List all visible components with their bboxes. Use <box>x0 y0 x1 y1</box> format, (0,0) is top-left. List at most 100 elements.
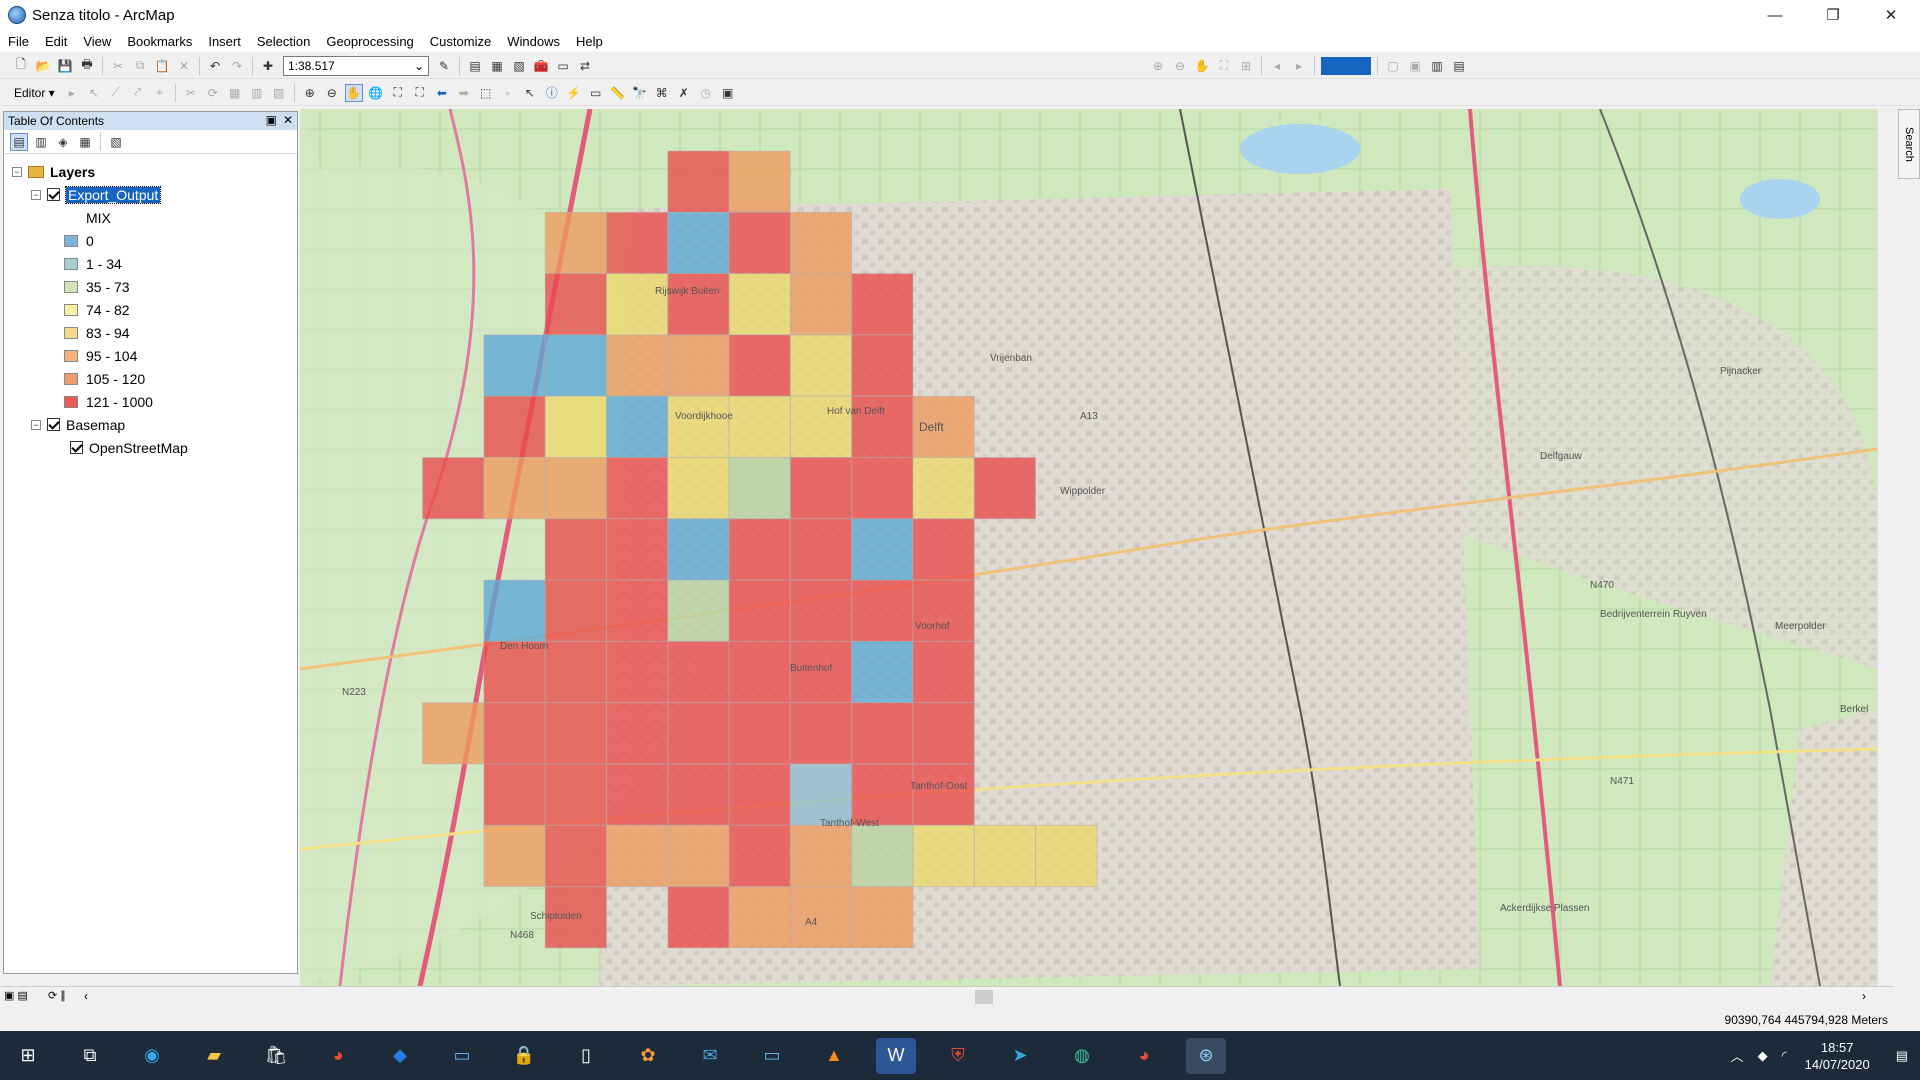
go-to-xy-icon[interactable]: ✗ <box>675 84 693 102</box>
shield-icon[interactable]: ⛨ <box>938 1038 978 1074</box>
telegram-icon[interactable]: ➤ <box>1000 1038 1040 1074</box>
vlc-icon[interactable]: ▲ <box>814 1038 854 1074</box>
list-by-visibility-icon[interactable]: ◈ <box>54 133 72 151</box>
grid-cell[interactable] <box>667 886 730 949</box>
chrome-icon[interactable]: ◕ <box>318 1038 358 1074</box>
identify-icon[interactable]: ⓘ <box>543 84 561 102</box>
split-tool-icon[interactable]: ✂ <box>182 84 200 102</box>
grid-cell[interactable] <box>544 457 607 520</box>
grid-cell[interactable] <box>667 395 730 459</box>
search-window-icon[interactable]: ▧ <box>510 57 528 75</box>
tray-chevron-icon[interactable]: ︿ <box>1731 1046 1744 1065</box>
grid-cell[interactable] <box>667 579 730 642</box>
browser-icon[interactable]: ◍ <box>1062 1038 1102 1074</box>
zoom-out-icon[interactable]: ⊖ <box>323 84 341 102</box>
grid-cell[interactable] <box>851 334 914 397</box>
menu-help[interactable]: Help <box>576 34 603 49</box>
full-extent-icon[interactable]: 🌐 <box>367 84 385 102</box>
grid-cell[interactable] <box>606 273 669 336</box>
toc-autohide-icon[interactable]: ▣ <box>266 113 277 127</box>
legend-class-row[interactable]: 0 <box>4 229 297 252</box>
edit-tool-icon[interactable]: ▸ <box>63 84 81 102</box>
grid-cell[interactable] <box>606 763 669 826</box>
grid-cell[interactable] <box>667 211 730 275</box>
find-icon[interactable]: 🔭 <box>631 84 649 102</box>
menu-bookmarks[interactable]: Bookmarks <box>127 34 192 49</box>
arctoolbox-icon[interactable]: 🧰 <box>532 57 550 75</box>
grid-cell[interactable] <box>912 579 975 642</box>
grid-cell[interactable] <box>728 395 791 459</box>
add-data-icon[interactable]: ✚ <box>259 57 277 75</box>
data-driven-pages-icon[interactable]: ▤ <box>1450 57 1468 75</box>
grid-cell[interactable] <box>912 824 975 888</box>
fixed-zoom-out-icon[interactable]: ⛶ <box>411 84 429 102</box>
grid-cell[interactable] <box>728 334 791 397</box>
grid-cell[interactable] <box>544 763 607 826</box>
grid-cell[interactable] <box>544 579 607 642</box>
map-canvas[interactable]: Delft Den Hoorn Rijswijk Buiten Delfgauw Pij… <box>300 109 1877 986</box>
layout-pan-icon[interactable]: ✋ <box>1193 57 1211 75</box>
map-vertical-scrollbar[interactable] <box>1877 109 1894 986</box>
select-elements-icon[interactable]: ↖ <box>521 84 539 102</box>
grid-cell[interactable] <box>728 579 791 642</box>
grid-cell[interactable] <box>851 273 914 336</box>
grid-cell[interactable] <box>789 579 853 642</box>
undo-icon[interactable]: ↶ <box>206 57 224 75</box>
grid-cell[interactable] <box>544 702 607 765</box>
wifi-icon[interactable]: ◜ <box>1782 1048 1787 1064</box>
layout-zoom-percent-select[interactable] <box>1321 56 1371 75</box>
layer-row-openstreetmap[interactable]: OpenStreetMap <box>4 436 297 459</box>
time-slider-icon[interactable]: ◷ <box>697 84 715 102</box>
restore-button[interactable]: ❐ <box>1804 0 1862 30</box>
grid-cell[interactable] <box>667 763 730 826</box>
grid-cell[interactable] <box>606 457 669 520</box>
grid-cell[interactable] <box>851 640 914 704</box>
new-document-icon[interactable]: 🗋 <box>12 57 30 75</box>
grid-cell[interactable] <box>728 702 791 765</box>
grid-cell[interactable] <box>728 457 791 520</box>
grid-cell[interactable] <box>912 457 975 520</box>
grid-cell[interactable] <box>483 395 546 459</box>
menu-windows[interactable]: Windows <box>507 34 560 49</box>
refresh-icon[interactable]: ⟳ ∥ <box>48 989 66 1002</box>
grid-cell[interactable] <box>728 211 791 275</box>
grid-cell[interactable] <box>544 518 607 581</box>
data-view-icon[interactable]: ▣ ▤ <box>4 989 28 1002</box>
create-features-icon[interactable]: ▧ <box>270 84 288 102</box>
toc-options-icon[interactable]: ▧ <box>107 133 125 151</box>
grid-cell[interactable] <box>851 457 914 520</box>
find-route-icon[interactable]: ⌘ <box>653 84 671 102</box>
photos2-icon[interactable]: ▭ <box>752 1038 792 1074</box>
store-icon[interactable]: 🛍 <box>256 1038 296 1074</box>
device-app-icon[interactable]: ▯ <box>566 1038 606 1074</box>
grid-cell[interactable] <box>544 211 607 275</box>
fixed-zoom-in-icon[interactable]: ⛶ <box>389 84 407 102</box>
color-app-icon[interactable]: ✿ <box>628 1038 668 1074</box>
grid-cell[interactable] <box>544 273 607 336</box>
file-explorer-icon[interactable]: ▰ <box>194 1038 234 1074</box>
mail-icon[interactable]: ✉ <box>690 1038 730 1074</box>
legend-class-row[interactable]: 74 - 82 <box>4 298 297 321</box>
minimize-button[interactable]: — <box>1746 0 1804 30</box>
toc-close-icon[interactable]: ✕ <box>283 113 293 127</box>
start-icon[interactable]: ⊞ <box>8 1038 48 1074</box>
measure-icon[interactable]: 📏 <box>609 84 627 102</box>
legend-class-row[interactable]: 121 - 1000 <box>4 390 297 413</box>
grid-cell[interactable] <box>973 457 1037 520</box>
layout-next-extent-icon[interactable]: ▸ <box>1290 57 1308 75</box>
grid-cell[interactable] <box>667 518 730 581</box>
layout-prev-extent-icon[interactable]: ◂ <box>1268 57 1286 75</box>
select-features-icon[interactable]: ⬚ <box>477 84 495 102</box>
edit-annotation-icon[interactable]: ↖ <box>85 84 103 102</box>
grid-cell[interactable] <box>851 886 914 949</box>
menu-insert[interactable]: Insert <box>208 34 241 49</box>
grid-cell[interactable] <box>973 824 1037 888</box>
grid-cell[interactable] <box>667 150 730 213</box>
menu-selection[interactable]: Selection <box>257 34 310 49</box>
redo-icon[interactable]: ↷ <box>228 57 246 75</box>
grid-cell[interactable] <box>851 579 914 642</box>
editor-menu-button[interactable]: Editor ▾ <box>14 86 55 100</box>
lock-app-icon[interactable]: 🔒 <box>504 1038 544 1074</box>
grid-cell[interactable] <box>912 640 975 704</box>
grid-cell[interactable] <box>728 273 791 336</box>
